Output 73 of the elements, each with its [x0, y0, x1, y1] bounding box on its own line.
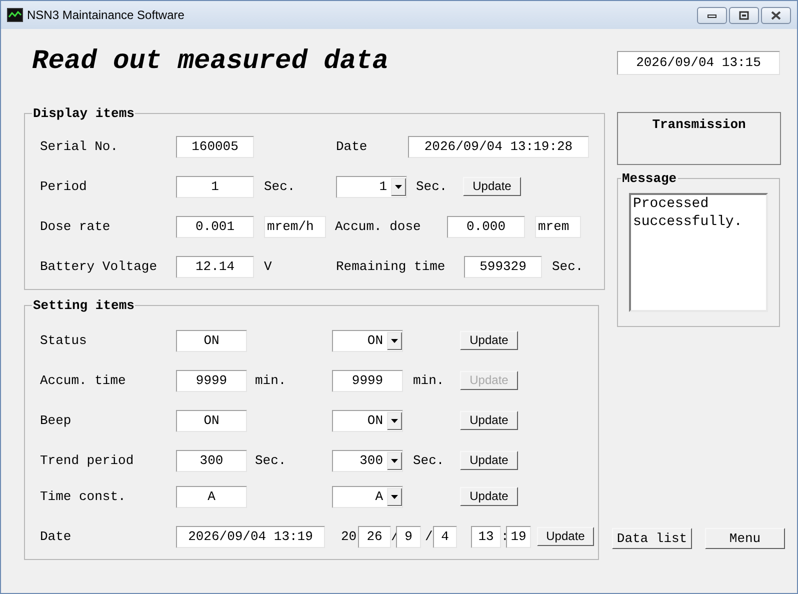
unit-field: mrem — [535, 216, 581, 238]
unit-label: min. — [413, 372, 446, 390]
unit-label: Sec. — [264, 178, 296, 196]
value-field: 599329 — [464, 256, 542, 278]
update-button[interactable]: Update — [460, 451, 518, 470]
close-icon — [770, 10, 782, 20]
value-field: 9999 — [176, 370, 247, 392]
section-title: Message — [621, 170, 678, 188]
update-button[interactable]: Update — [460, 411, 518, 430]
unit-label: V — [264, 258, 273, 276]
value-field: 1 — [176, 176, 254, 198]
date-part-field[interactable]: 9 — [396, 526, 421, 548]
minimize-icon — [707, 12, 717, 18]
unit-label: min. — [255, 372, 288, 390]
value-field: 160005 — [176, 136, 254, 158]
value-field: 12.14 — [176, 256, 254, 278]
unit-label: / — [425, 528, 430, 546]
dropdown[interactable]: 1 — [336, 176, 407, 198]
date-part-field[interactable]: 19 — [506, 526, 531, 548]
dropdown[interactable]: ON — [332, 410, 403, 432]
date-part-field[interactable]: 13 — [471, 526, 501, 548]
message-box: Processed successfully. — [629, 192, 768, 312]
field-label: Date — [40, 528, 72, 546]
update-button[interactable]: Update — [460, 331, 518, 350]
field-label: Beep — [40, 412, 72, 430]
app-icon — [7, 8, 23, 22]
field-label: Trend period — [40, 452, 135, 470]
unit-label: Sec. — [416, 178, 448, 196]
value-field: 9999 — [332, 370, 403, 392]
value-field: ON — [176, 330, 247, 352]
unit-field: mrem/h — [264, 216, 326, 238]
value-field: ON — [176, 410, 247, 432]
field-label: Serial No. — [40, 138, 120, 156]
field-label: Accum. dose — [335, 218, 422, 236]
clock-field: 2026/09/04 13:15 — [617, 50, 780, 74]
dropdown[interactable]: A — [332, 486, 403, 508]
panel-title: Transmission — [652, 116, 746, 131]
value-field: 300 — [176, 450, 247, 472]
value-field: 2026/09/04 13:19:28 — [408, 136, 589, 158]
page-heading: Read out measured data — [32, 46, 388, 80]
close-button[interactable] — [761, 6, 791, 24]
maximize-button[interactable] — [729, 6, 759, 24]
unit-label: Sec. — [552, 258, 584, 276]
update-button[interactable]: Update — [460, 487, 518, 506]
unit-label: Sec. — [413, 452, 446, 470]
date-part-field[interactable]: 26 — [358, 526, 391, 548]
date-part-field[interactable]: 4 — [433, 526, 457, 548]
minimize-button[interactable] — [697, 6, 727, 24]
field-label: Time const. — [40, 488, 127, 506]
field-label: Status — [40, 332, 88, 350]
unit-label: 20 — [341, 528, 358, 546]
update-button[interactable]: Update — [463, 177, 521, 196]
field-label: Date — [336, 138, 368, 156]
value-field: 0.001 — [176, 216, 254, 238]
section-title: Display items — [32, 105, 136, 123]
window-title: NSN3 Maintainance Software — [27, 7, 184, 24]
action-button[interactable]: Data list — [612, 528, 692, 549]
field-label: Dose rate — [40, 218, 112, 236]
value-field: A — [176, 486, 247, 508]
field-label: Battery Voltage — [40, 258, 158, 276]
dropdown[interactable]: ON — [332, 330, 403, 352]
field-label: Remaining time — [336, 258, 446, 276]
unit-label: Sec. — [255, 452, 288, 470]
action-button[interactable]: Menu — [705, 528, 785, 549]
value-field: 0.000 — [447, 216, 525, 238]
unit-label: : — [501, 528, 506, 546]
section-title: Setting items — [32, 297, 136, 315]
update-button[interactable]: Update — [537, 527, 594, 546]
field-label: Accum. time — [40, 372, 127, 390]
field-label: Period — [40, 178, 88, 196]
value-field: 2026/09/04 13:19 — [176, 526, 325, 548]
dropdown[interactable]: 300 — [332, 450, 403, 472]
maximize-icon — [739, 10, 749, 20]
